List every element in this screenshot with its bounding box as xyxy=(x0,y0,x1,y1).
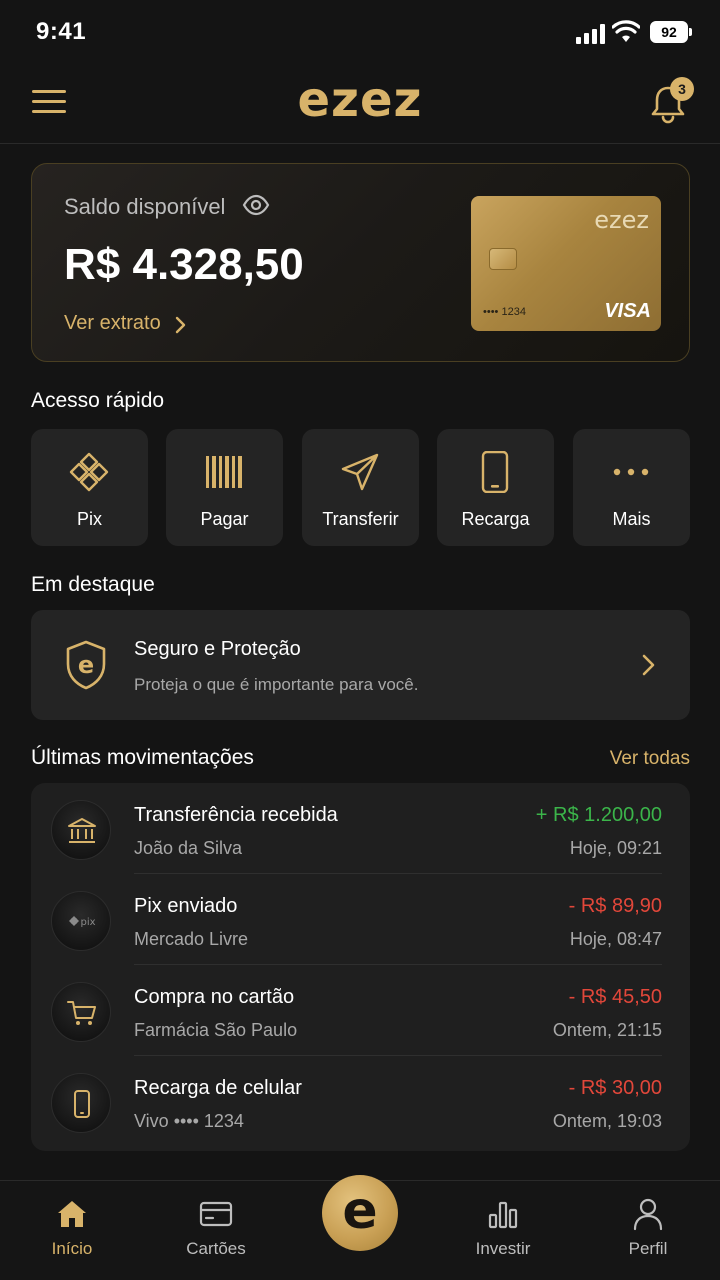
highlight-section-title: Em destaque xyxy=(31,573,155,596)
nav-home[interactable]: Início xyxy=(0,1181,144,1280)
card-brand: VISA xyxy=(604,300,651,322)
wifi-icon xyxy=(612,20,640,42)
home-icon xyxy=(58,1201,86,1227)
cart-icon xyxy=(67,1001,96,1025)
quick-label: Mais xyxy=(612,509,651,529)
quick-access-title: Acesso rápido xyxy=(31,389,165,412)
transaction-row[interactable]: pix Pix enviado Mercado Livre - R$ 89,90… xyxy=(31,874,690,965)
credit-card-image[interactable]: ezez •••• 1234 VISA xyxy=(471,196,661,331)
barcode-icon xyxy=(206,456,242,488)
pix-icon: pix xyxy=(69,916,96,928)
see-all-link[interactable]: Ver todas xyxy=(600,748,690,770)
transaction-avatar xyxy=(51,1073,111,1133)
app-logo: ezez xyxy=(297,72,423,128)
svg-text:pix: pix xyxy=(80,917,95,928)
bank-icon xyxy=(68,818,96,843)
send-icon xyxy=(341,453,379,491)
nav-profile[interactable]: Perfil xyxy=(576,1181,720,1280)
quick-label: Recarga xyxy=(461,509,530,529)
nav-label: Cartões xyxy=(186,1239,246,1258)
transaction-subtitle: João da Silva xyxy=(134,838,243,858)
transaction-avatar: pix xyxy=(51,891,111,951)
chevron-right-icon[interactable] xyxy=(174,316,186,334)
transaction-amount: - R$ 30,00 xyxy=(568,1077,662,1099)
quick-pix-button[interactable]: Pix xyxy=(31,429,148,546)
transaction-amount: - R$ 45,50 xyxy=(568,986,662,1008)
transaction-amount: - R$ 89,90 xyxy=(568,895,662,917)
battery-level: 92 xyxy=(661,24,677,40)
transaction-row[interactable]: Transferência recebida João da Silva + R… xyxy=(31,783,690,874)
status-bar: 9:41 92 xyxy=(0,0,720,64)
app-header: ezez 3 xyxy=(0,64,720,144)
user-icon xyxy=(633,1198,663,1231)
insurance-banner[interactable]: e Seguro e Proteção Proteja o que é impo… xyxy=(31,610,690,720)
quick-more-button[interactable]: Mais xyxy=(573,429,690,546)
transactions-title: Últimas movimentações xyxy=(31,746,254,769)
quick-pay-button[interactable]: Pagar xyxy=(166,429,283,546)
balance-label: Saldo disponível xyxy=(64,194,226,219)
nav-cards[interactable]: Cartões xyxy=(144,1181,288,1280)
balance-value: R$ 4.328,50 xyxy=(64,240,304,289)
card-icon xyxy=(199,1201,233,1227)
nav-invest[interactable]: Investir xyxy=(431,1181,575,1280)
transaction-title: Compra no cartão xyxy=(134,986,295,1008)
transaction-row[interactable]: Recarga de celular Vivo •••• 1234 - R$ 3… xyxy=(31,1056,690,1147)
quick-label: Pagar xyxy=(200,509,249,529)
phone-icon xyxy=(481,451,509,493)
signal-icon xyxy=(576,24,605,44)
transactions-list: Transferência recebida João da Silva + R… xyxy=(31,783,690,1151)
transaction-amount: + R$ 1.200,00 xyxy=(535,804,662,826)
transaction-time: Hoje, 08:47 xyxy=(569,929,662,949)
transaction-title: Recarga de celular xyxy=(134,1077,302,1099)
card-number: •••• 1234 xyxy=(483,306,526,318)
pix-icon xyxy=(69,452,109,492)
more-icon xyxy=(613,468,649,476)
card-logo: ezez xyxy=(594,206,649,234)
chip-icon xyxy=(489,248,517,270)
nav-label: Início xyxy=(51,1239,93,1258)
transaction-time: Ontem, 21:15 xyxy=(552,1020,662,1040)
transaction-row[interactable]: Compra no cartão Farmácia São Paulo - R$… xyxy=(31,965,690,1056)
transaction-title: Transferência recebida xyxy=(134,804,338,826)
transaction-subtitle: Mercado Livre xyxy=(134,929,249,949)
transaction-time: Ontem, 19:03 xyxy=(552,1111,662,1131)
shield-icon: e xyxy=(66,640,106,690)
transaction-avatar xyxy=(51,800,111,860)
balance-card: Saldo disponível R$ 4.328,50 Ver extrato… xyxy=(31,163,690,362)
quick-label: Pix xyxy=(76,509,102,529)
transaction-subtitle: Vivo •••• 1234 xyxy=(134,1111,244,1131)
quick-label: Transferir xyxy=(322,509,399,529)
chevron-right-icon xyxy=(642,654,655,676)
banner-title: Seguro e Proteção xyxy=(134,638,301,660)
chart-icon xyxy=(488,1201,518,1229)
transaction-avatar xyxy=(51,982,111,1042)
center-button-logo: e xyxy=(342,1181,378,1241)
status-time: 9:41 xyxy=(36,18,87,45)
quick-recharge-button[interactable]: Recarga xyxy=(437,429,554,546)
quick-transfer-button[interactable]: Transferir xyxy=(302,429,419,546)
nav-label: Investir xyxy=(475,1239,531,1258)
eye-icon[interactable] xyxy=(242,194,270,216)
view-statement-link[interactable]: Ver extrato xyxy=(64,312,161,335)
notification-badge: 3 xyxy=(670,77,694,101)
transaction-time: Hoje, 09:21 xyxy=(569,838,662,858)
battery-icon: 92 xyxy=(650,21,692,43)
banner-subtitle: Proteja o que é importante para você. xyxy=(134,675,419,694)
transaction-subtitle: Farmácia São Paulo xyxy=(134,1020,298,1040)
phone-icon xyxy=(74,1090,90,1118)
transaction-title: Pix enviado xyxy=(134,895,238,917)
center-action-button[interactable]: e xyxy=(322,1175,398,1251)
nav-label: Perfil xyxy=(628,1239,668,1258)
svg-text:e: e xyxy=(78,651,94,679)
